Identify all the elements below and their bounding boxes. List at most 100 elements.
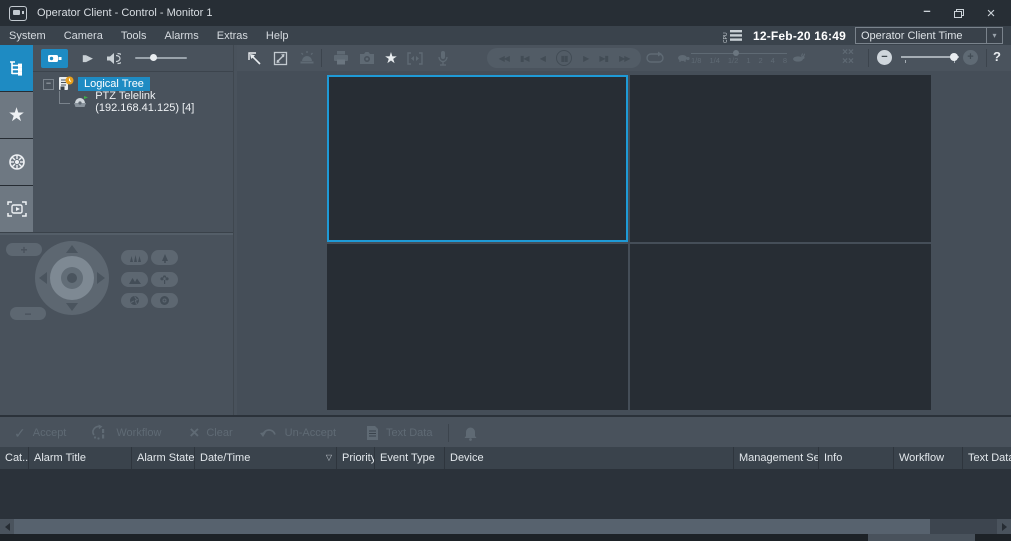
ptz-iris-close-button[interactable]	[121, 293, 148, 308]
live-video-button[interactable]	[41, 49, 68, 68]
column-event-type[interactable]: Event Type	[374, 447, 444, 469]
rewind-button[interactable]: ◀◀	[499, 54, 509, 63]
reference-image-button[interactable]	[403, 47, 427, 69]
minimize-button[interactable]: –	[911, 0, 943, 26]
playback-speed-slider[interactable]: 1/81/41/21248	[677, 49, 805, 67]
ptz-focus-far-button[interactable]	[121, 272, 148, 287]
close-all-panes-button[interactable]: ××××	[837, 48, 859, 66]
restore-layout-button[interactable]	[242, 47, 266, 69]
menu-extras[interactable]: Extras	[208, 30, 257, 42]
more-panes-button[interactable]: +	[963, 50, 978, 65]
ptz-camera-icon	[72, 95, 90, 109]
ptz-iris-open-button[interactable]	[151, 293, 178, 308]
fewer-panes-button[interactable]: −	[877, 50, 892, 65]
diagonal-resize-icon	[272, 50, 289, 67]
image-pane-2[interactable]	[630, 75, 931, 242]
column-category[interactable]: Cat...	[0, 447, 28, 469]
alarm-bell-button[interactable]	[463, 425, 478, 441]
sort-filter-icon[interactable]: ▽	[326, 453, 332, 462]
menu-tools[interactable]: Tools	[112, 30, 156, 42]
clear-alarm-button[interactable]: × Clear	[189, 426, 232, 440]
column-date-time[interactable]: Date/Time▽	[194, 447, 336, 469]
volume-slider[interactable]	[135, 53, 187, 63]
tab-logical-tree[interactable]	[0, 45, 33, 91]
pane-count-slider[interactable]	[901, 51, 959, 65]
close-button[interactable]: ×	[975, 0, 1007, 26]
play-reverse-button[interactable]: ◀	[540, 54, 545, 63]
undo-arrow-icon	[259, 426, 278, 439]
tree-toolbar: ▮▶	[33, 45, 233, 72]
menu-alarms[interactable]: Alarms	[156, 30, 208, 42]
unaccept-alarm-button[interactable]: Un-Accept	[259, 426, 336, 439]
print-button[interactable]	[329, 47, 353, 69]
image-pane-1-selected[interactable]	[327, 75, 628, 242]
ptz-joystick-knob[interactable]	[61, 267, 83, 289]
horizontal-scrollbar[interactable]	[0, 519, 1011, 534]
favorite-button[interactable]: ★	[379, 47, 403, 69]
tree-device-label[interactable]: PTZ Telelink (192.168.41.125) [4]	[95, 90, 233, 114]
alarm-siren-button[interactable]	[295, 47, 319, 69]
column-alarm-title[interactable]: Alarm Title	[28, 447, 131, 469]
volume-slider-handle[interactable]	[150, 54, 157, 61]
image-pane-grid	[327, 75, 931, 410]
ptz-left-arrow[interactable]	[39, 272, 47, 284]
ptz-up-arrow[interactable]	[66, 245, 78, 253]
menu-system[interactable]: System	[0, 30, 55, 42]
restore-button[interactable]	[943, 0, 975, 26]
printer-icon	[332, 50, 350, 66]
chevron-down-icon[interactable]: ▾	[986, 28, 1002, 43]
tab-image-pane[interactable]	[0, 186, 33, 232]
cpu-load-icon: CPU	[722, 28, 744, 44]
play-button[interactable]: ▶	[583, 54, 588, 63]
column-priority[interactable]: Priority	[336, 447, 374, 469]
snapshot-button[interactable]	[355, 47, 379, 69]
alarm-list-panel: ✓ Accept Workflow × Clear	[0, 415, 1011, 541]
scroll-right-button[interactable]	[997, 519, 1011, 534]
column-text-data[interactable]: Text Data	[962, 447, 1011, 469]
tree-device-row[interactable]: PTZ Telelink (192.168.41.125) [4]	[33, 93, 233, 111]
mountains-icon	[128, 275, 142, 284]
column-info[interactable]: Info	[818, 447, 893, 469]
microphone-icon	[436, 50, 450, 67]
text-data-button[interactable]: Text Data	[366, 425, 432, 441]
image-pane-4[interactable]	[630, 244, 931, 411]
help-button[interactable]: ?	[993, 49, 1001, 64]
tree-root-label[interactable]: Logical Tree	[78, 77, 150, 91]
ptz-zoom-tele-button[interactable]	[151, 250, 178, 265]
tab-bookmarks[interactable]	[0, 139, 33, 185]
audio-icon[interactable]	[106, 52, 121, 65]
date-time-display: 12-Feb-20 16:49	[753, 29, 846, 43]
ptz-right-arrow[interactable]	[97, 272, 105, 284]
triangle-right-icon	[1002, 523, 1007, 531]
collapse-toggle[interactable]: −	[43, 79, 54, 90]
ptz-zoom-wide-button[interactable]	[121, 250, 148, 265]
loop-playback-button[interactable]	[643, 47, 667, 69]
time-source-dropdown[interactable]: Operator Client Time ▾	[855, 27, 1003, 44]
ptz-down-arrow[interactable]	[66, 303, 78, 311]
pause-button[interactable]: ▮▮	[556, 50, 572, 66]
workflow-button[interactable]: Workflow	[90, 424, 161, 441]
column-alarm-state[interactable]: Alarm State	[131, 447, 194, 469]
scroll-left-button[interactable]	[0, 519, 14, 534]
alarm-list-body[interactable]	[0, 469, 1011, 519]
accept-alarm-button[interactable]: ✓ Accept	[14, 426, 66, 440]
column-management-server[interactable]: Management Server	[733, 447, 818, 469]
scrollbar-thumb[interactable]	[14, 519, 930, 534]
instant-playback-icon[interactable]: ▮▶	[82, 53, 92, 64]
step-forward-button[interactable]: ▶▮	[599, 54, 608, 63]
fast-forward-button[interactable]: ▶▶	[619, 54, 629, 63]
microphone-button[interactable]	[431, 47, 455, 69]
maximize-pane-button[interactable]	[268, 47, 292, 69]
pane-count-slider-handle[interactable]	[950, 53, 958, 61]
column-workflow[interactable]: Workflow	[893, 447, 962, 469]
menu-camera[interactable]: Camera	[55, 30, 112, 42]
tab-favorites[interactable]: ★	[0, 92, 33, 138]
column-device[interactable]: Device	[444, 447, 733, 469]
image-pane-3[interactable]	[327, 244, 628, 411]
step-back-button[interactable]: ▮◀	[520, 54, 529, 63]
tree-connector	[59, 91, 70, 104]
ptz-focus-near-button[interactable]	[151, 272, 178, 287]
ptz-joystick[interactable]	[35, 241, 109, 315]
menu-help[interactable]: Help	[257, 30, 298, 42]
bell-icon	[463, 425, 478, 441]
